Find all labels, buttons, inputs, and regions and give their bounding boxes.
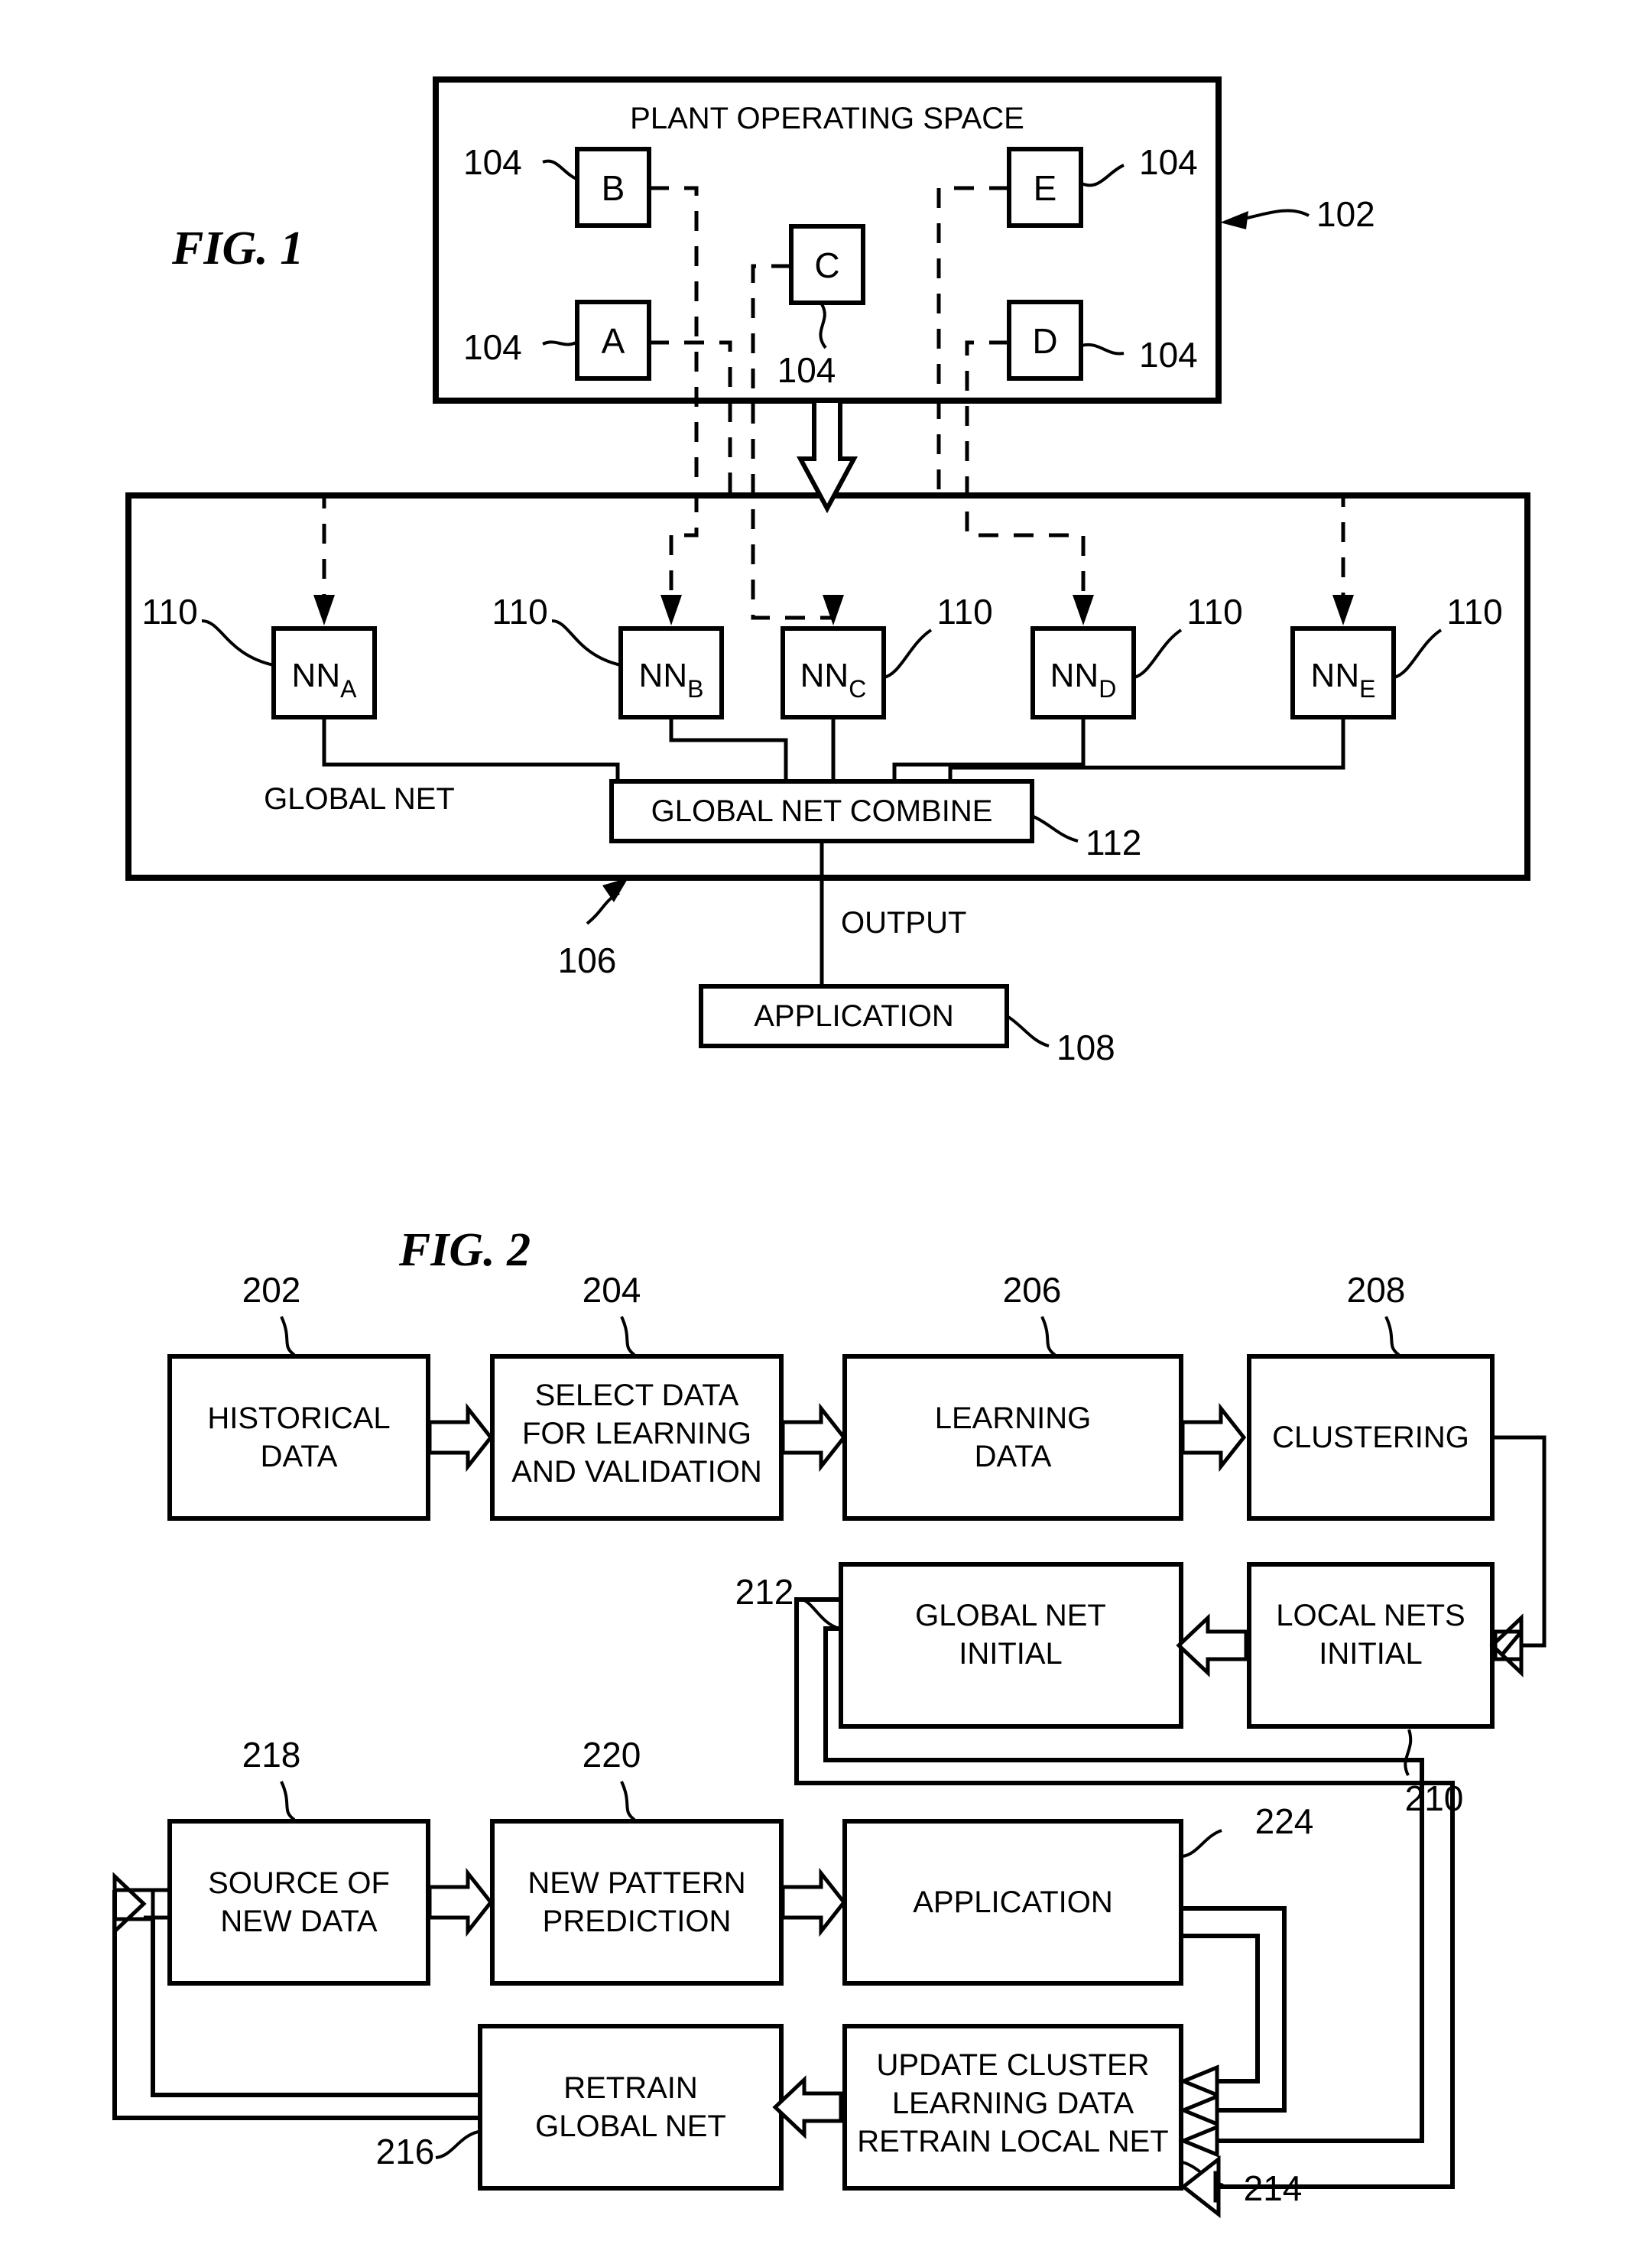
block-204-line-2: FOR LEARNING — [522, 1417, 751, 1450]
ref-218-label: 218 — [242, 1735, 301, 1775]
fig1-label: FIG. 1 — [171, 222, 303, 274]
ref-206-label: 206 — [1003, 1270, 1062, 1310]
block-214-line-1: UPDATE CLUSTER — [876, 2048, 1149, 2082]
block-218-line-1: SOURCE OF — [208, 1866, 390, 1900]
ref-110-c-label: 110 — [936, 592, 992, 632]
global-net-combine-label: GLOBAL NET COMBINE — [651, 794, 993, 828]
plant-node-d-label: D — [1032, 321, 1057, 361]
block-206-box — [842, 1354, 1183, 1521]
block-202-line-1: HISTORICAL — [207, 1401, 390, 1435]
ref-104-d-label: 104 — [1139, 335, 1198, 375]
ref-204-label: 204 — [583, 1270, 641, 1310]
block-210-line-1: LOCAL NETS — [1276, 1599, 1465, 1632]
block-220-line-1: NEW PATTERN — [527, 1866, 745, 1900]
plant-node-a-label: A — [602, 321, 625, 361]
fig2-label: FIG. 2 — [398, 1224, 531, 1276]
output-label: OUTPUT — [841, 906, 966, 940]
block-210-line-2: INITIAL — [1319, 1637, 1423, 1671]
block-206-line-2: DATA — [975, 1440, 1052, 1473]
block-212-line-2: INITIAL — [959, 1637, 1063, 1671]
ref-110-a-label: 110 — [141, 592, 197, 632]
block-214-line-3: RETRAIN LOCAL NET — [857, 2125, 1168, 2158]
block-202-box — [167, 1354, 430, 1521]
ref-112-label: 112 — [1086, 823, 1141, 862]
patent-drawing-page: FIG. 1 PLANT OPERATING SPACE 102 B 104 A… — [0, 0, 1652, 2241]
block-216-line-2: GLOBAL NET — [535, 2109, 726, 2143]
plant-node-c-label: C — [814, 245, 839, 285]
block-216-line-1: RETRAIN — [563, 2071, 698, 2105]
block-220-box — [490, 1819, 784, 1986]
ref-224-label: 224 — [1255, 1801, 1314, 1841]
block-214-line-2: LEARNING DATA — [892, 2087, 1134, 2120]
block-202-line-2: DATA — [261, 1440, 338, 1473]
block-204-line-3: AND VALIDATION — [511, 1455, 761, 1489]
application-label-fig1: APPLICATION — [754, 999, 954, 1033]
ref-106-label: 106 — [558, 940, 617, 980]
ref-110-b-label: 110 — [492, 592, 547, 632]
ref-104-b-label: 104 — [463, 142, 522, 182]
block-208-line-1: CLUSTERING — [1272, 1421, 1469, 1454]
ref-104-a-label: 104 — [463, 327, 522, 367]
ref-110-d-label: 110 — [1186, 592, 1242, 632]
plant-operating-space-title: PLANT OPERATING SPACE — [630, 102, 1024, 135]
block-220-line-2: PREDICTION — [543, 1905, 732, 1938]
ref-108-label: 108 — [1056, 1028, 1115, 1067]
ref-212-label: 212 — [735, 1572, 794, 1612]
ref-110-e-label: 110 — [1446, 592, 1502, 632]
block-206-line-1: LEARNING — [935, 1401, 1092, 1435]
global-net-label: GLOBAL NET — [264, 782, 455, 816]
ref-216-label: 216 — [376, 2132, 435, 2171]
patent-figures-canvas: FIG. 1 PLANT OPERATING SPACE 102 B 104 A… — [0, 0, 1652, 2241]
ref-208-label: 208 — [1347, 1270, 1406, 1310]
ref-104-c-label: 104 — [777, 350, 836, 390]
block-218-line-2: NEW DATA — [220, 1905, 377, 1938]
block-216-box — [478, 2024, 784, 2191]
ref-202-label: 202 — [242, 1270, 301, 1310]
block-204-line-1: SELECT DATA — [535, 1379, 739, 1412]
block-212-line-1: GLOBAL NET — [915, 1599, 1106, 1632]
ref-102-label: 102 — [1316, 194, 1375, 234]
block-224-line-1: APPLICATION — [913, 1885, 1113, 1919]
block-218-box — [167, 1819, 430, 1986]
ref-104-e-label: 104 — [1139, 142, 1198, 182]
plant-node-e-label: E — [1034, 168, 1057, 208]
plant-node-b-label: B — [602, 168, 625, 208]
ref-220-label: 220 — [583, 1735, 641, 1775]
